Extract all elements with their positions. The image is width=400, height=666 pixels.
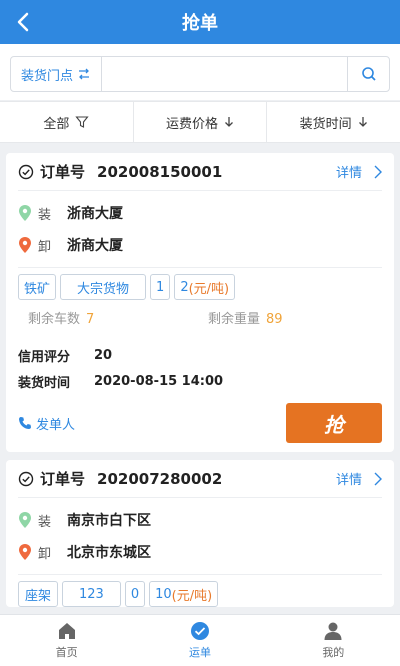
tab-home-label: 首页 <box>55 646 78 659</box>
cargo-category-tag: 大宗货物 <box>60 274 147 300</box>
order-header: 订单号 202007280002 详情 <box>18 460 382 498</box>
location-filter-label: 装货门点 <box>21 68 74 84</box>
home-icon <box>58 623 75 639</box>
sender-label: 发单人 <box>36 417 76 433</box>
chevron-right-icon <box>374 472 382 485</box>
tab-home[interactable]: 首页 <box>0 615 133 666</box>
unload-address-row: 卸 浙商大厦 <box>18 229 382 261</box>
tab-mine-label: 我的 <box>322 646 345 659</box>
load-tag: 装 <box>38 514 52 530</box>
cargo-type-tag: 座架 <box>18 581 59 607</box>
sort-price-label: 运费价格 <box>166 116 219 132</box>
cargo-count-tag: 0 <box>124 581 146 607</box>
unload-place: 北京市东城区 <box>67 545 152 561</box>
filter-all-label: 全部 <box>43 116 70 132</box>
detail-label: 详情 <box>335 166 362 181</box>
search-box: 装货门点 <box>10 56 390 92</box>
load-address-row: 装 浙商大厦 <box>18 197 382 229</box>
order-card: 订单号 202008150001 详情 装 浙商大厦 卸 浙商大厦 铁矿 大宗货… <box>6 153 394 452</box>
price-unit: (元/吨) <box>171 588 213 604</box>
order-detail-link[interactable]: 详情 <box>336 469 382 488</box>
chevron-right-icon <box>374 165 382 178</box>
price-tag: 10 (元/吨) <box>149 581 219 607</box>
page-title: 抢单 <box>182 13 218 34</box>
arrow-down-icon <box>358 117 367 127</box>
unload-place: 浙商大厦 <box>67 238 124 254</box>
remain-weight-value: 89 <box>266 311 283 327</box>
order-list: 订单号 202008150001 详情 装 浙商大厦 卸 浙商大厦 铁矿 大宗货… <box>6 153 394 615</box>
tab-waybill[interactable]: 运单 <box>133 615 266 666</box>
address-block: 装 浙商大厦 卸 浙商大厦 <box>18 191 382 268</box>
cargo-qty-tag: 123 <box>62 581 121 607</box>
waybill-check-icon <box>190 622 209 640</box>
cargo-tags: 铁矿 大宗货物 1 2 (元/吨) <box>18 268 382 300</box>
load-time-label: 装货时间 <box>18 375 71 391</box>
order-card: 订单号 202007280002 详情 装 南京市白下区 卸 北京市东城区 座架… <box>6 460 394 607</box>
user-icon <box>324 622 342 640</box>
grab-order-button[interactable]: 抢 <box>286 403 382 443</box>
credit-label: 信用评分 <box>18 349 71 365</box>
map-pin-red-icon <box>19 544 31 560</box>
check-circle-icon <box>18 471 34 486</box>
remaining-row: 剩余车数 7 剩余重量 89 <box>18 300 382 334</box>
order-actions: 发单人 抢 <box>18 394 382 452</box>
price-value: 2 <box>180 279 189 295</box>
order-number: 202008150001 <box>97 162 223 181</box>
tab-waybill-label: 运单 <box>188 646 211 659</box>
load-place: 南京市白下区 <box>67 513 152 529</box>
unload-tag: 卸 <box>38 239 52 255</box>
sort-time-label: 装货时间 <box>299 116 352 132</box>
tab-mine[interactable]: 我的 <box>267 615 400 666</box>
back-arrow-icon[interactable] <box>12 10 36 34</box>
search-button[interactable] <box>347 57 389 91</box>
address-block: 装 南京市白下区 卸 北京市东城区 <box>18 498 382 575</box>
sort-price-button[interactable]: 运费价格 <box>134 102 268 142</box>
map-pin-red-icon <box>19 237 31 253</box>
credit-value: 20 <box>94 347 113 363</box>
swap-icon <box>79 68 90 80</box>
price-unit: (元/吨) <box>188 281 230 297</box>
remain-cars-label: 剩余车数 <box>28 311 81 327</box>
unload-address-row: 卸 北京市东城区 <box>18 536 382 568</box>
search-bar: 装货门点 <box>0 44 400 100</box>
app-header: 抢单 <box>0 0 400 44</box>
search-icon <box>361 67 376 81</box>
filter-bar: 全部 运费价格 装货时间 <box>0 101 400 143</box>
check-circle-icon <box>18 164 34 179</box>
order-header: 订单号 202008150001 详情 <box>18 153 382 191</box>
detail-label: 详情 <box>335 473 362 488</box>
load-tag: 装 <box>38 207 52 223</box>
order-number-label: 订单号 <box>40 470 86 488</box>
phone-icon <box>19 417 31 429</box>
funnel-icon <box>75 116 89 128</box>
load-place: 浙商大厦 <box>67 206 124 222</box>
search-input[interactable] <box>102 57 347 91</box>
load-time-value: 2020-08-15 14:00 <box>94 373 224 389</box>
sort-time-button[interactable]: 装货时间 <box>267 102 400 142</box>
load-address-row: 装 南京市白下区 <box>18 504 382 536</box>
map-pin-green-icon <box>19 512 31 528</box>
price-value: 10 <box>155 586 172 602</box>
contact-sender-link[interactable]: 发单人 <box>18 414 75 433</box>
remain-weight-label: 剩余重量 <box>208 311 261 327</box>
cargo-tags: 座架 123 0 10 (元/吨) <box>18 575 382 607</box>
arrow-down-icon <box>225 117 233 127</box>
filter-all-button[interactable]: 全部 <box>0 102 134 142</box>
price-tag: 2 (元/吨) <box>174 274 236 300</box>
bottom-tab-bar: 首页 运单 我的 <box>0 614 400 666</box>
map-pin-green-icon <box>19 205 31 221</box>
remain-cars-value: 7 <box>86 311 95 327</box>
location-filter-button[interactable]: 装货门点 <box>11 57 103 91</box>
order-detail-link[interactable]: 详情 <box>336 162 382 181</box>
cargo-qty-tag: 1 <box>150 274 171 300</box>
unload-tag: 卸 <box>38 546 52 562</box>
order-number-label: 订单号 <box>40 163 86 181</box>
cargo-type-tag: 铁矿 <box>18 274 57 300</box>
order-info: 信用评分 20 装货时间 2020-08-15 14:00 <box>18 334 382 394</box>
order-number: 202007280002 <box>97 469 223 488</box>
